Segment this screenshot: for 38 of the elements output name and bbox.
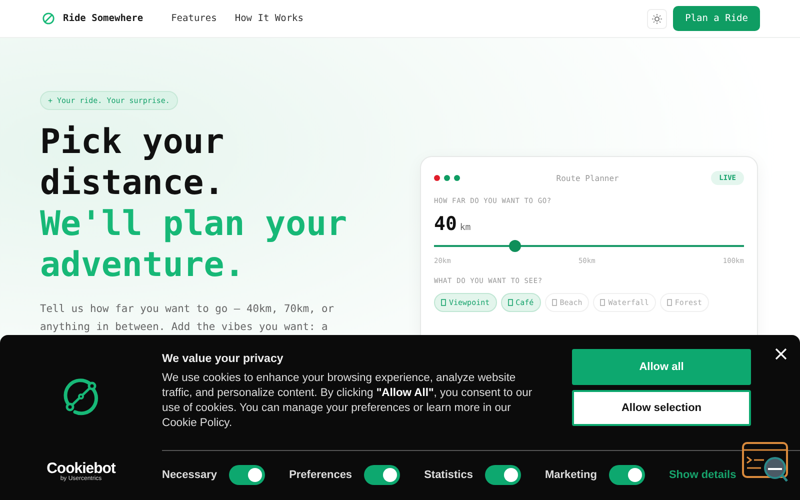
plan-ride-button[interactable]: Plan a Ride — [673, 6, 760, 31]
placeholder-glyph-icon — [552, 299, 557, 306]
distance-unit: km — [460, 223, 471, 233]
sun-icon — [652, 14, 662, 24]
hero-title-accent: We'll plan your — [40, 204, 348, 245]
consent-switch[interactable] — [484, 465, 521, 485]
card-title: Route Planner — [555, 174, 620, 182]
cookie-logo-icon — [61, 377, 101, 417]
placeholder-glyph-icon — [441, 299, 446, 306]
placeholder-glyph-icon — [600, 299, 606, 306]
hero-title: Pick your — [40, 122, 226, 163]
intro-paragraph: Tell us how far you want to go — 40km, 70km, or anything in between. Add the vibes you want: a — [40, 302, 336, 335]
consent-switch[interactable] — [608, 465, 645, 485]
brand-name[interactable]: Ride Somewhere — [63, 13, 144, 24]
slider-thumb[interactable] — [508, 240, 521, 252]
banner-text: We use cookies to enhance your browsing experience, analyze website traffic, and personalize content. By clicking "Allow All", you consent to our use of cookies. You can manage your preferences or learn more in our Cookie Policy. — [162, 371, 534, 431]
toggle-label: Necessary — [162, 469, 218, 481]
consent-switch[interactable] — [229, 465, 266, 485]
cookiebot-logo: Cookiebot — [46, 461, 116, 476]
allow-all-button[interactable]: Allow all — [572, 349, 751, 385]
hero-title-accent: adventure. — [40, 245, 246, 286]
placeholder-glyph-icon — [666, 299, 672, 306]
theme-toggle-button[interactable] — [647, 8, 668, 28]
cookie-settings-widget-icon[interactable] — [742, 442, 790, 484]
toggle-label: Preferences — [289, 469, 352, 481]
leaf-logo-icon — [42, 12, 55, 25]
toggle-label: Statistics — [424, 469, 473, 481]
close-icon[interactable] — [774, 347, 788, 361]
toggle-label: Marketing — [544, 469, 597, 481]
consent-switch[interactable] — [364, 465, 400, 485]
show-details-link[interactable]: Show details — [668, 469, 736, 481]
nav-link[interactable]: Features — [171, 13, 217, 24]
hero-title: distance. — [40, 163, 226, 204]
placeholder-glyph-icon — [508, 299, 513, 306]
distance-value: 40 — [434, 213, 457, 235]
banner-title: We value your privacy — [162, 353, 284, 365]
nav-link[interactable]: How It Works — [234, 13, 304, 24]
allow-selection-button[interactable]: Allow selection — [572, 390, 751, 426]
